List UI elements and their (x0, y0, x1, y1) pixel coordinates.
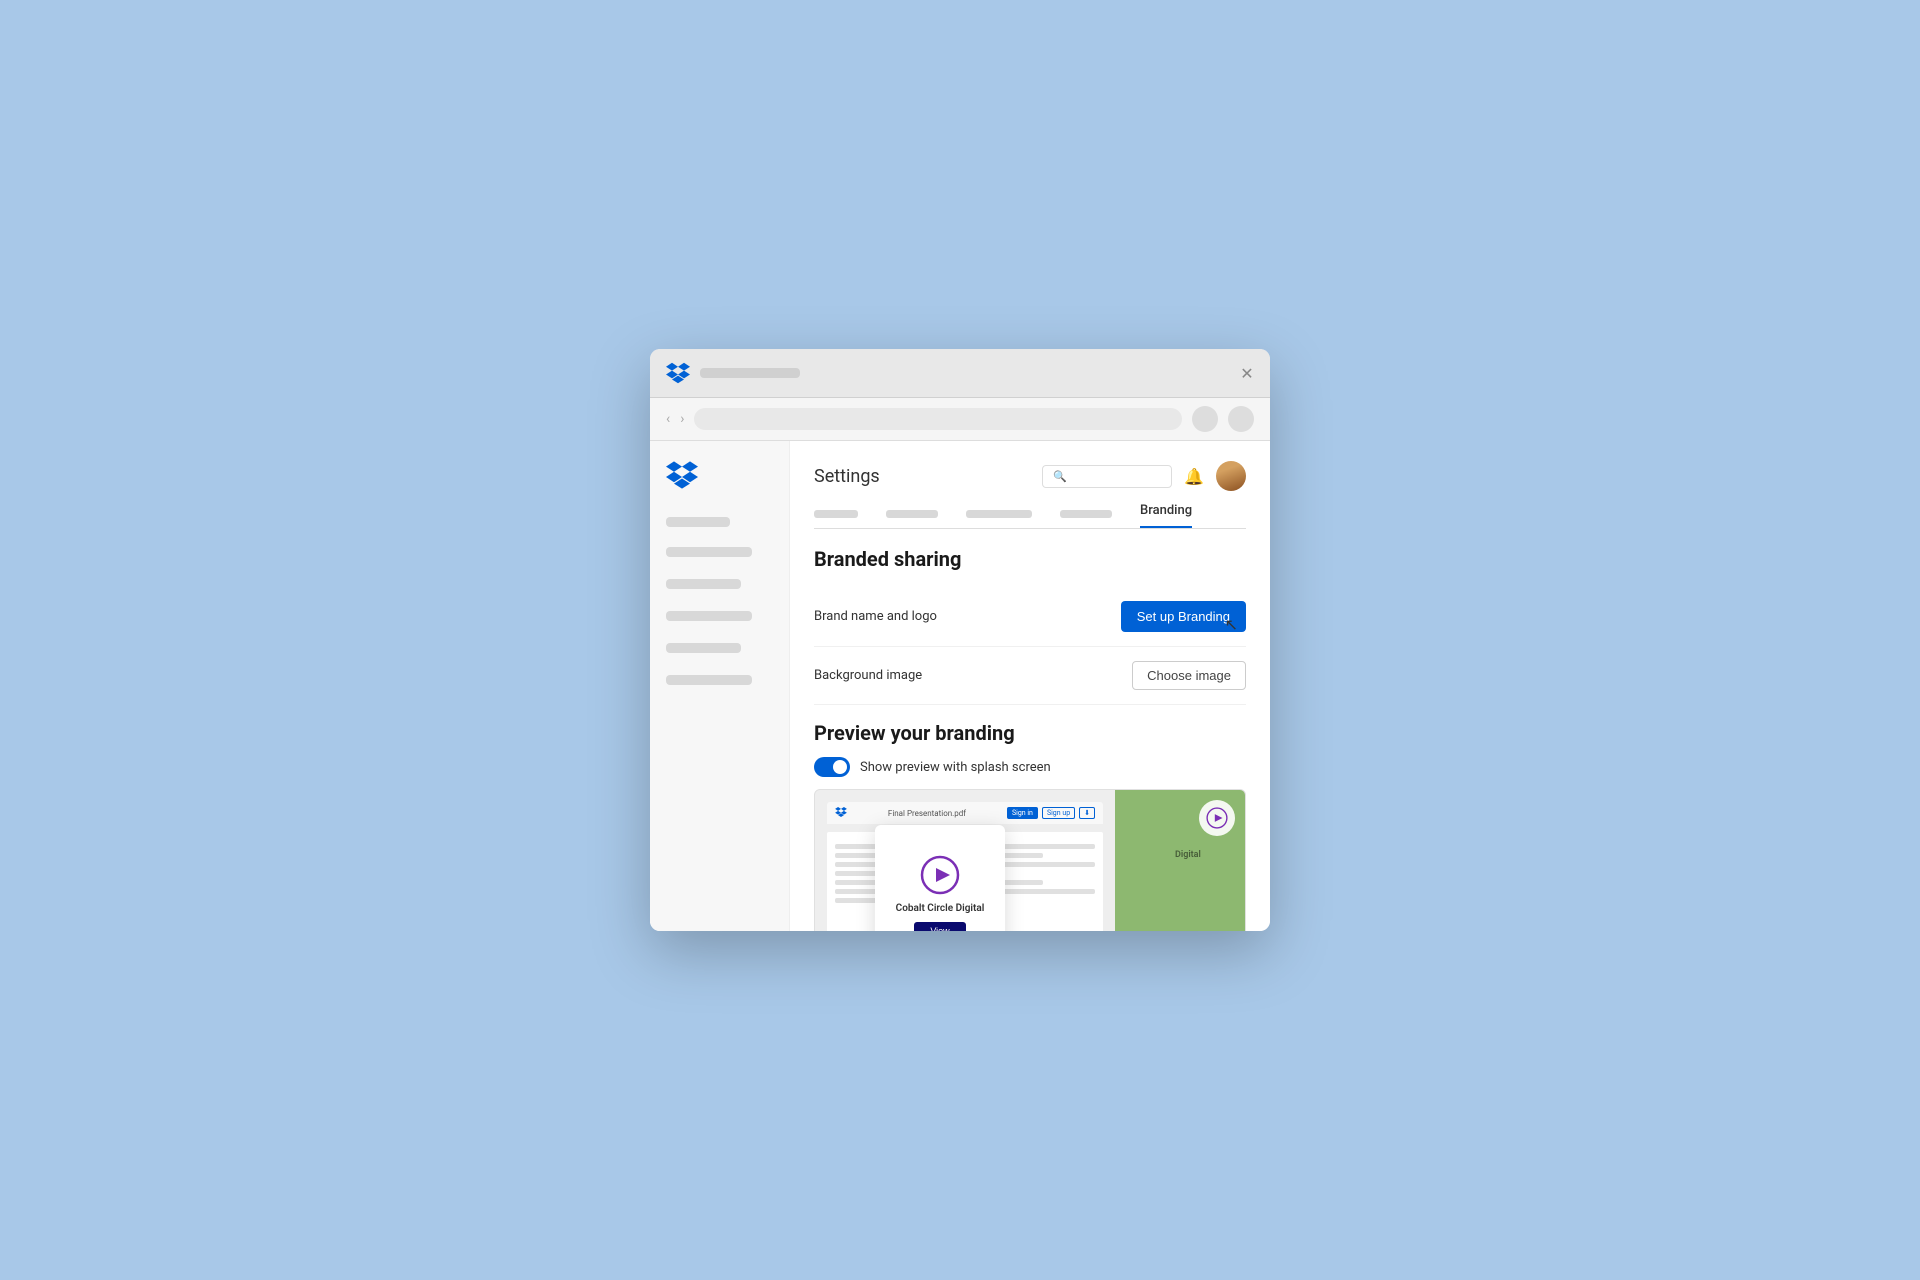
preview-topbar-logo (835, 807, 847, 820)
choose-image-button[interactable]: Choose image (1132, 661, 1246, 690)
preview-splash: Cobalt Circle Digital View (875, 825, 1005, 931)
tab-placeholder-2[interactable] (886, 510, 938, 518)
brand-name-logo-label: Brand name and logo (814, 609, 937, 624)
search-box[interactable]: 🔍 (1042, 465, 1172, 488)
browser-url-placeholder (700, 368, 800, 378)
splash-company-name: Cobalt Circle Digital (896, 903, 985, 914)
sidebar-nav-group (666, 547, 773, 697)
download-btn[interactable]: ⬇ (1079, 807, 1095, 819)
sidebar (650, 441, 790, 931)
tabs-row: Branding (814, 503, 1246, 529)
browser-titlebar: ✕ (650, 349, 1270, 398)
branded-sharing-title: Branded sharing (814, 547, 1246, 571)
preview-right: Digital 🌸 (1115, 790, 1245, 931)
background-image-label: Background image (814, 668, 922, 683)
preview-left: Final Presentation.pdf Sign in Sign up ⬇ (815, 790, 1115, 931)
sidebar-nav-item-5[interactable] (666, 675, 752, 685)
browser-window: ✕ ‹ › (650, 349, 1270, 931)
close-icon[interactable]: ✕ (1240, 366, 1254, 380)
preview-right-overlay (1199, 800, 1235, 836)
sidebar-logo (666, 461, 773, 493)
splash-view-button[interactable]: View (914, 922, 965, 931)
sidebar-placeholder-1 (666, 517, 730, 527)
signin-btn[interactable]: Sign in (1007, 807, 1038, 819)
tab-placeholder-1[interactable] (814, 510, 858, 518)
preview-topbar-btns: Sign in Sign up ⬇ (1007, 807, 1095, 819)
url-bar[interactable] (694, 408, 1182, 430)
settings-header-right: 🔍 🔔 (1042, 461, 1246, 491)
nav-circle-1 (1192, 406, 1218, 432)
search-icon: 🔍 (1053, 470, 1067, 483)
browser-content: Settings 🔍 🔔 (650, 441, 1270, 931)
toggle-row: Show preview with splash screen (814, 757, 1246, 777)
toggle-label: Show preview with splash screen (860, 760, 1051, 775)
avatar-image (1216, 461, 1246, 491)
avatar (1216, 461, 1246, 491)
settings-header: Settings 🔍 🔔 (814, 461, 1246, 491)
tab-placeholder-4[interactable] (1060, 510, 1112, 518)
preview-right-label: Digital (1175, 850, 1201, 860)
sidebar-nav-item-2[interactable] (666, 579, 741, 589)
preview-inner: Final Presentation.pdf Sign in Sign up ⬇ (815, 790, 1245, 931)
dropbox-logo (666, 361, 690, 385)
tab-branding[interactable]: Branding (1140, 503, 1192, 528)
preview-filename: Final Presentation.pdf (853, 809, 1001, 818)
preview-section: Preview your branding Show preview with … (814, 721, 1246, 931)
preview-right-content: Digital 🌸 (1115, 790, 1245, 931)
tabs-row-inner: Branding (814, 503, 1192, 528)
bell-icon[interactable]: 🔔 (1184, 467, 1204, 486)
splash-logo (920, 855, 960, 895)
sidebar-nav-item-4[interactable] (666, 643, 741, 653)
brand-name-logo-row: Brand name and logo Set up Branding ↖ (814, 587, 1246, 647)
preview-topbar: Final Presentation.pdf Sign in Sign up ⬇ (827, 802, 1103, 824)
back-arrow-icon[interactable]: ‹ (666, 411, 670, 427)
cursor-icon: ↖ (1225, 615, 1238, 634)
preview-title: Preview your branding (814, 721, 1246, 745)
signup-btn[interactable]: Sign up (1042, 807, 1075, 819)
settings-title: Settings (814, 466, 880, 487)
preview-frame: Final Presentation.pdf Sign in Sign up ⬇ (814, 789, 1246, 931)
preview-toggle[interactable] (814, 757, 850, 777)
sidebar-nav-item-3[interactable] (666, 611, 752, 621)
nav-circle-2 (1228, 406, 1254, 432)
forward-arrow-icon[interactable]: › (680, 411, 684, 427)
toggle-knob (833, 760, 847, 774)
tab-placeholder-3[interactable] (966, 510, 1032, 518)
main-content: Settings 🔍 🔔 (790, 441, 1270, 931)
sidebar-nav-item-1[interactable] (666, 547, 752, 557)
browser-navbar: ‹ › (650, 398, 1270, 441)
background-image-row: Background image Choose image (814, 647, 1246, 705)
